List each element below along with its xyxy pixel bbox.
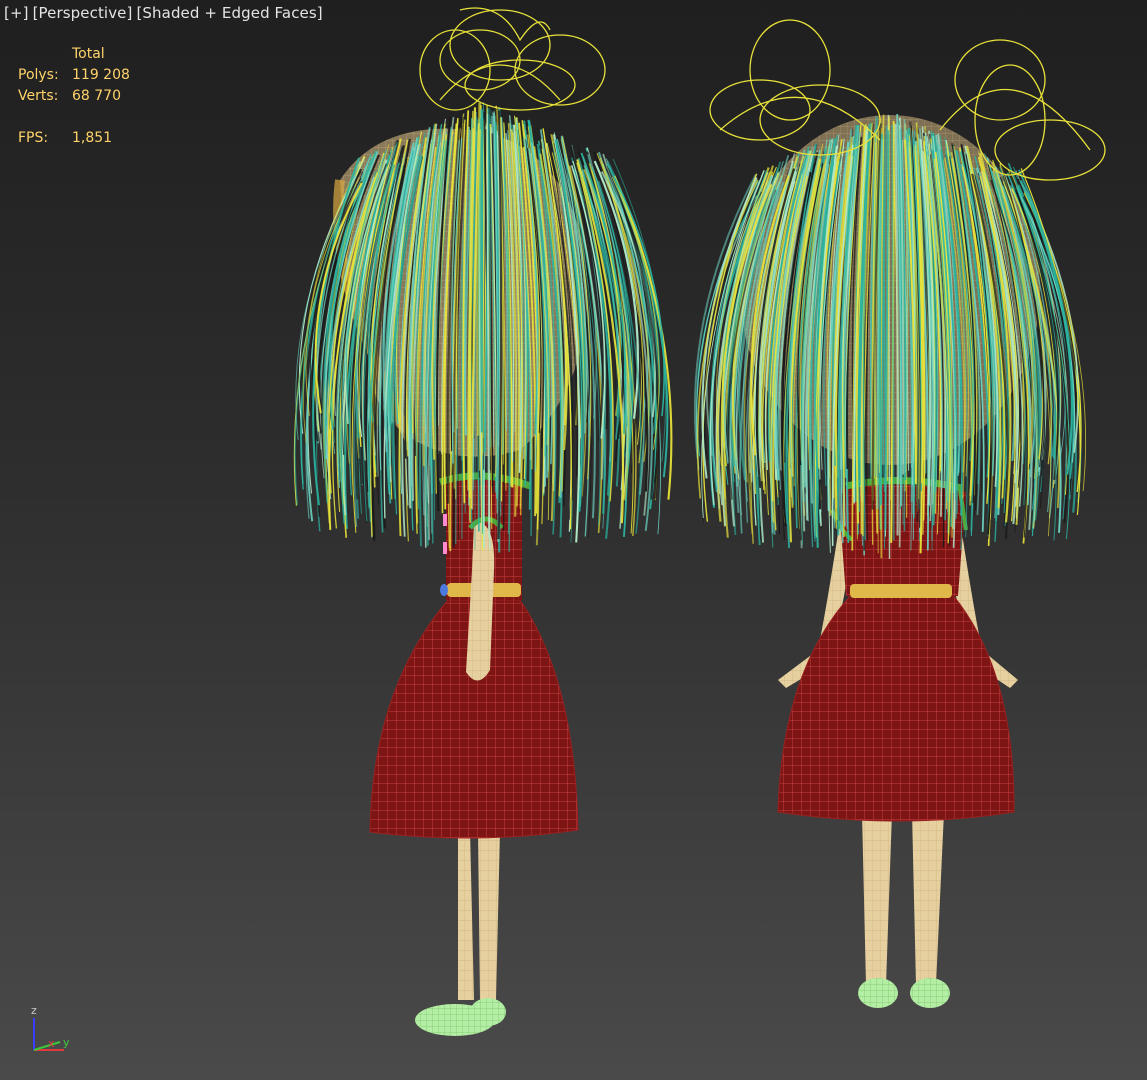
z-axis-label: z [31, 1004, 37, 1017]
y-axis-label: y [63, 1036, 70, 1049]
axis-gizmo: z x y [31, 1004, 70, 1051]
x-axis-label: x [48, 1037, 55, 1050]
y-axis [33, 1041, 61, 1051]
belt [850, 584, 952, 598]
viewport-scene[interactable]: z x y [0, 0, 1147, 1080]
shoe [910, 978, 950, 1008]
hair-bow-side [419, 7, 606, 111]
shoe [858, 978, 898, 1008]
shoe [470, 998, 506, 1026]
